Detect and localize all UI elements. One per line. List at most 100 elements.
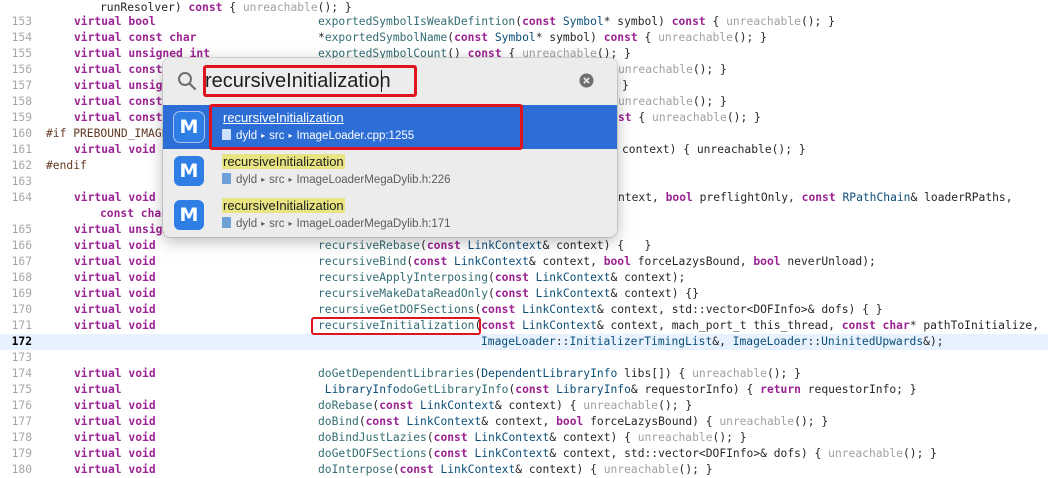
code-token: LinkContext bbox=[467, 431, 550, 444]
code-text: virtual void bbox=[74, 318, 156, 334]
code-text: virtual void bbox=[74, 270, 156, 286]
code-text: virtual void bbox=[74, 254, 156, 270]
code-token: virtual bool bbox=[74, 15, 156, 28]
result-item[interactable]: M recursiveInitialization dyld ▸ src ▸ Image… bbox=[163, 149, 617, 193]
code-line[interactable]: 171 virtual void recursiveInitialization(c… bbox=[0, 318, 1048, 334]
code-token: (); } bbox=[692, 95, 727, 108]
code-token: const bbox=[494, 287, 529, 300]
code-text: recursiveApplyInterposing(const LinkCont… bbox=[318, 270, 685, 286]
code-token: (); } bbox=[692, 63, 727, 76]
code-token: ImageLoader bbox=[732, 335, 808, 348]
code-token: LinkContext bbox=[460, 239, 543, 252]
code-token: const bbox=[433, 431, 468, 444]
result-item[interactable]: M recursiveInitialization dyld ▸ src ▸ Image… bbox=[163, 193, 617, 237]
code-line[interactable]: 167 virtual void recursiveBind(const LinkC… bbox=[0, 254, 1048, 270]
code-text: virtual const bbox=[74, 94, 162, 110]
code-token: ( bbox=[488, 271, 495, 284]
code-text: virtual const char bbox=[74, 30, 196, 46]
line-number: 174 bbox=[11, 367, 32, 380]
code-text: LibraryInfodoGetLibraryInfo(const Librar… bbox=[318, 382, 917, 398]
code-token: RPathChain bbox=[835, 191, 911, 204]
code-token: & context); bbox=[610, 271, 686, 284]
code-token: (); } bbox=[766, 367, 801, 380]
code-token: :: bbox=[555, 335, 570, 348]
code-text: ntext, bool preflightOnly, const RPathCh… bbox=[618, 190, 1013, 206]
line-number: 159 bbox=[11, 111, 32, 124]
code-token: } bbox=[622, 79, 629, 92]
code-line[interactable]: 168 virtual void recursiveApplyInterposing… bbox=[0, 270, 1048, 286]
code-line[interactable]: 172 ImageLoader::InitializerTimingList&, … bbox=[0, 334, 1048, 350]
code-token: ntext, bbox=[618, 191, 666, 204]
code-line[interactable]: 154 virtual const char *exportedSymbolName… bbox=[0, 30, 1048, 46]
code-token: virtual const char bbox=[74, 31, 197, 44]
code-line[interactable]: 173 bbox=[0, 350, 1048, 366]
clear-search-icon[interactable] bbox=[579, 73, 594, 88]
code-token: exportedSymbolIsWeakDefintion bbox=[318, 15, 516, 28]
code-token: const bbox=[413, 255, 448, 268]
code-token: virtual void bbox=[74, 303, 156, 316]
code-line[interactable]: 179 virtual void doGetDOFSections(const Li… bbox=[0, 446, 1048, 462]
line-number: 157 bbox=[11, 79, 32, 92]
code-text: virtual void bbox=[74, 286, 156, 302]
code-token: const bbox=[399, 463, 434, 476]
code-text: } bbox=[622, 78, 629, 94]
result-title: recursiveInitialization bbox=[222, 198, 345, 213]
code-text: recursiveMakeDataReadOnly(const LinkCont… bbox=[318, 286, 699, 302]
line-number: 154 bbox=[11, 31, 32, 44]
code-token: { bbox=[637, 31, 659, 44]
code-token: const bbox=[365, 415, 400, 428]
code-text: virtual const bbox=[74, 62, 162, 78]
code-text: recursiveBind(const LinkContext& context… bbox=[318, 254, 876, 270]
code-line[interactable]: 174 virtual void doGetDependentLibraries(D… bbox=[0, 366, 1048, 382]
code-text: virtual bbox=[74, 382, 122, 398]
code-token: bool bbox=[753, 255, 781, 268]
line-number: 158 bbox=[11, 95, 32, 108]
code-token: unreachable bbox=[652, 111, 727, 124]
code-token: virtual void bbox=[74, 143, 156, 156]
code-text: doRebase(const LinkContext& context) { u… bbox=[318, 398, 692, 414]
code-token: doInterpose bbox=[318, 463, 393, 476]
code-token: unreachable bbox=[618, 63, 693, 76]
code-token: requestorInfo; } bbox=[800, 383, 917, 396]
code-token: InitializerTimingList bbox=[569, 335, 713, 348]
result-path: dyld ▸ src ▸ ImageLoaderMegaDylib.h:226 bbox=[222, 173, 451, 186]
code-line[interactable]: 170 virtual void recursiveGetDOFSections(c… bbox=[0, 302, 1048, 318]
code-line[interactable]: 180 virtual void doInterpose(const LinkCon… bbox=[0, 462, 1048, 478]
code-token: & context, bbox=[481, 415, 557, 428]
code-token: recursiveGetDOFSections bbox=[318, 303, 475, 316]
code-token: LinkContext bbox=[413, 399, 495, 412]
code-text: virtual void bbox=[74, 366, 156, 382]
code-text: doGetDependentLibraries(DependentLibrary… bbox=[318, 366, 801, 382]
search-highlight-box bbox=[203, 65, 417, 97]
code-line[interactable]: 178 virtual void doBindJustLazies(const Li… bbox=[0, 430, 1048, 446]
code-token: unreachable bbox=[828, 447, 903, 460]
code-token: const bbox=[426, 239, 461, 252]
code-token: virtual void bbox=[74, 271, 156, 284]
code-line[interactable]: 169 virtual void recursiveMakeDataReadOnly… bbox=[0, 286, 1048, 302]
code-line[interactable]: 166 virtual void recursiveRebase(const Lin… bbox=[0, 238, 1048, 254]
code-token: (); } bbox=[726, 111, 761, 124]
code-token: virtual void bbox=[74, 319, 156, 332]
code-text: recursiveRebase(const LinkContext& conte… bbox=[318, 238, 651, 254]
code-token: & context, mach_port_t this_thread, bbox=[596, 319, 842, 332]
code-token: ( bbox=[420, 239, 427, 252]
line-number: 164 bbox=[11, 191, 32, 204]
code-text: virtual const bbox=[74, 110, 162, 126]
file-icon bbox=[222, 217, 231, 228]
code-text: exportedSymbolIsWeakDefintion(const Symb… bbox=[318, 14, 835, 30]
code-token: bool bbox=[556, 415, 584, 428]
code-token: { bbox=[705, 15, 727, 28]
code-token: virtual void bbox=[74, 287, 156, 300]
code-text: ImageLoader::InitializerTimingList&, Ima… bbox=[481, 334, 944, 350]
code-line[interactable]: 177 virtual void doBind(const LinkContext&… bbox=[0, 414, 1048, 430]
chevron-right-icon: ▸ bbox=[288, 219, 293, 228]
code-token: & context) { bbox=[549, 431, 638, 444]
code-token: & context) {} bbox=[610, 287, 699, 300]
code-line[interactable]: 153 virtual bool exportedSymbolIsWeakDefin… bbox=[0, 14, 1048, 30]
code-line[interactable]: 176 virtual void doRebase(const LinkContex… bbox=[0, 398, 1048, 414]
code-token: { bbox=[631, 111, 653, 124]
code-token: & loaderRPaths, bbox=[910, 191, 1013, 204]
code-token: doRebase bbox=[318, 399, 373, 412]
code-token: (); } bbox=[712, 431, 747, 444]
code-line[interactable]: 175 virtual LibraryInfodoGetLibraryInfo(c… bbox=[0, 382, 1048, 398]
